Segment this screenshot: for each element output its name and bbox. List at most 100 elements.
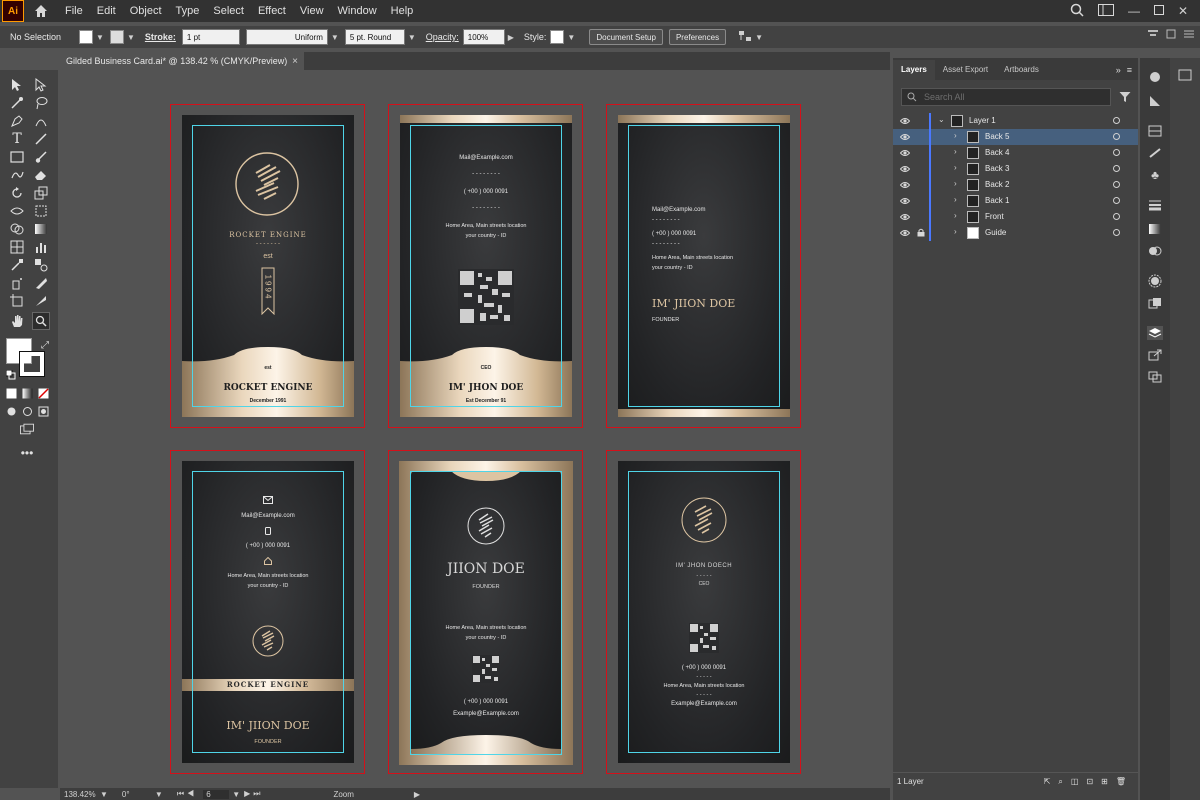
- rotate-value[interactable]: 0°: [122, 790, 152, 799]
- layer-row[interactable]: › Back 2: [893, 177, 1138, 193]
- width-tool-icon[interactable]: [10, 204, 24, 218]
- close-tab-icon[interactable]: ×: [292, 56, 298, 67]
- graphic-styles-icon[interactable]: [1147, 296, 1163, 310]
- target-circle-icon[interactable]: [1113, 181, 1120, 188]
- blend-tool-icon[interactable]: [34, 258, 48, 272]
- menu-lines-icon[interactable]: [1184, 29, 1194, 41]
- menu-edit[interactable]: Edit: [90, 0, 123, 22]
- search-input[interactable]: Search All: [901, 88, 1111, 106]
- fill-swatch[interactable]: [79, 30, 94, 44]
- trash-icon[interactable]: 🗑: [1116, 777, 1126, 787]
- stroke-weight-input[interactable]: 1 pt: [181, 29, 240, 45]
- artboard-1[interactable]: ROCKET ENGINE - - - - - - - est 1994 est…: [170, 104, 365, 428]
- knife-tool-icon[interactable]: [34, 294, 48, 308]
- menu-window[interactable]: Window: [331, 0, 384, 22]
- close-icon[interactable]: ✕: [1178, 4, 1188, 18]
- color-mode-icon[interactable]: [4, 386, 18, 400]
- symbol-sprayer-tool-icon[interactable]: [10, 276, 24, 290]
- curvature-tool-icon[interactable]: [34, 114, 48, 128]
- visibility-eye-icon[interactable]: [900, 180, 910, 190]
- target-circle-icon[interactable]: [1113, 197, 1120, 204]
- chevron-down-icon[interactable]: ▼: [96, 33, 104, 42]
- artboard-6[interactable]: IM' JHON DOECH - - - - - CEO ( +00 ) 000…: [606, 450, 801, 774]
- chevron-right-icon[interactable]: ›: [954, 179, 957, 188]
- chevron-right-icon[interactable]: ›: [954, 211, 957, 220]
- chevron-down-icon[interactable]: ▼: [100, 790, 108, 799]
- chevron-right-icon[interactable]: ›: [954, 195, 957, 204]
- export-icon[interactable]: ⇱: [1044, 777, 1051, 787]
- chevron-right-icon[interactable]: ▶: [414, 790, 420, 799]
- chevron-down-icon[interactable]: ▼: [127, 33, 135, 42]
- layer-row[interactable]: › Front: [893, 209, 1138, 225]
- document-tab[interactable]: Gilded Business Card.ai* @ 138.42 % (CMY…: [60, 52, 304, 70]
- layer-row[interactable]: › Back 4: [893, 145, 1138, 161]
- lasso-tool-icon[interactable]: [34, 96, 48, 110]
- eyedropper-tool-icon[interactable]: [10, 258, 24, 272]
- chevron-right-icon[interactable]: ▶: [508, 33, 514, 42]
- locate-icon[interactable]: ⌕: [1058, 777, 1062, 787]
- panel-collapse-icon[interactable]: »: [1116, 60, 1121, 80]
- menu-help[interactable]: Help: [384, 0, 421, 22]
- export-panel-icon[interactable]: [1147, 348, 1163, 362]
- chevron-down-icon[interactable]: ▼: [155, 790, 163, 799]
- menu-file[interactable]: File: [58, 0, 90, 22]
- artboard-4[interactable]: Mail@Example.com ( +00 ) 000 0091 Home A…: [170, 450, 365, 774]
- rotate-tool-icon[interactable]: [10, 186, 24, 200]
- brushes-icon[interactable]: [1147, 146, 1163, 160]
- visibility-eye-icon[interactable]: [900, 116, 910, 126]
- preferences-button[interactable]: Preferences: [668, 29, 727, 45]
- artboard-3[interactable]: Mail@Example.com - - - - - - - - ( +00 )…: [606, 104, 801, 428]
- target-circle-icon[interactable]: [1113, 213, 1120, 220]
- chevron-down-icon[interactable]: ▼: [331, 33, 339, 42]
- panel-menu-icon[interactable]: ≡: [1127, 60, 1132, 80]
- menu-effect[interactable]: Effect: [251, 0, 293, 22]
- visibility-eye-icon[interactable]: [900, 164, 910, 174]
- gradient-tool-icon[interactable]: [34, 222, 48, 236]
- opacity-label[interactable]: Opacity:: [426, 32, 459, 42]
- line-tool-icon[interactable]: [34, 132, 48, 146]
- shaper-tool-icon[interactable]: [10, 168, 24, 182]
- visibility-eye-icon[interactable]: [900, 228, 910, 238]
- target-circle-icon[interactable]: [1113, 229, 1120, 236]
- eraser-tool-icon[interactable]: [34, 168, 48, 182]
- visibility-eye-icon[interactable]: [900, 148, 910, 158]
- symbols-icon[interactable]: [1147, 124, 1163, 138]
- target-circle-icon[interactable]: [1113, 149, 1120, 156]
- appearance-icon[interactable]: [1147, 274, 1163, 288]
- chevron-down-icon[interactable]: ▼: [567, 33, 575, 42]
- direct-selection-tool-icon[interactable]: [34, 78, 48, 92]
- layers-panel-icon[interactable]: [1147, 326, 1163, 340]
- gradient-panel-icon[interactable]: [1147, 222, 1163, 236]
- libraries-icon[interactable]: [1147, 70, 1163, 84]
- rectangle-tool-icon[interactable]: [10, 150, 24, 164]
- chart-tool-icon[interactable]: [34, 240, 48, 254]
- more-tools-icon[interactable]: •••: [20, 446, 34, 460]
- none-mode-icon[interactable]: [36, 386, 50, 400]
- search-icon[interactable]: [1070, 3, 1084, 20]
- menu-view[interactable]: View: [293, 0, 331, 22]
- home-icon[interactable]: [32, 2, 50, 20]
- hand-tool-icon[interactable]: [10, 314, 24, 328]
- stroke-swatch[interactable]: [109, 30, 124, 44]
- color-panel-icon[interactable]: [1177, 68, 1193, 82]
- menu-select[interactable]: Select: [206, 0, 251, 22]
- arrange-icon[interactable]: [738, 30, 752, 44]
- shape-builder-tool-icon[interactable]: [10, 222, 24, 236]
- zoom-tool-icon[interactable]: [32, 312, 50, 330]
- chevron-right-icon[interactable]: ›: [954, 227, 957, 236]
- chevron-right-icon[interactable]: ›: [954, 147, 957, 156]
- clipping-mask-icon[interactable]: ◫: [1071, 777, 1079, 787]
- target-circle-icon[interactable]: [1113, 133, 1120, 140]
- stroke-profile-select[interactable]: Uniform: [245, 29, 328, 45]
- artboard-next-icons[interactable]: ▶⏭: [244, 789, 263, 799]
- slice-tool-icon[interactable]: [34, 276, 48, 290]
- brush-select[interactable]: 5 pt. Round: [344, 29, 405, 45]
- gradient-mode-icon[interactable]: [20, 386, 34, 400]
- artboards-panel-icon[interactable]: [1147, 370, 1163, 384]
- new-sublayer-icon[interactable]: ⊡: [1086, 777, 1093, 787]
- chevron-right-icon[interactable]: ›: [954, 131, 957, 140]
- chevron-down-icon[interactable]: ▼: [408, 33, 416, 42]
- layer-row[interactable]: › Guide: [893, 225, 1138, 241]
- properties-icon[interactable]: [1147, 94, 1163, 108]
- tab-layers[interactable]: Layers: [893, 60, 935, 80]
